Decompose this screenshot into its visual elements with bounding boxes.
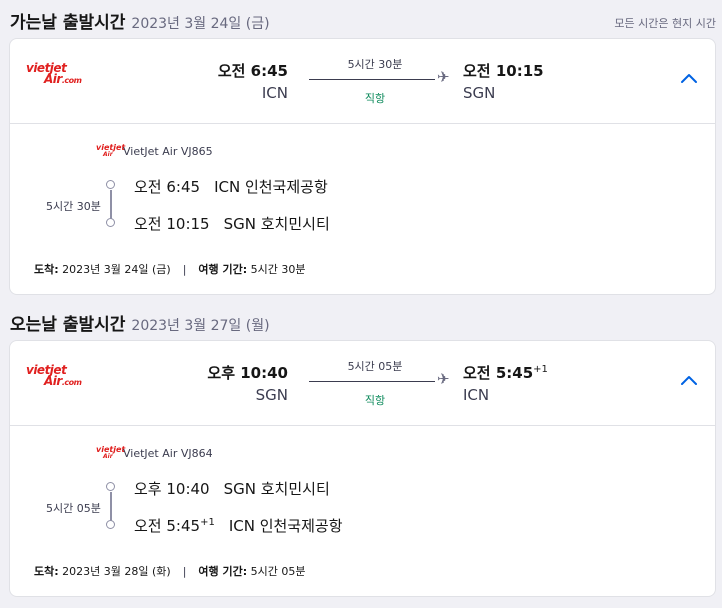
outbound-date: 2023년 3월 24일 (금) bbox=[131, 16, 270, 32]
vietjet-mini-logo: vietjet Air bbox=[96, 445, 126, 461]
return-card: vietjet Air.com 오후 10:40 SGN 5시간 05분 ✈ 직… bbox=[9, 340, 716, 597]
segment-departure: 오후 10:40 SGN 호치민시티 bbox=[134, 480, 330, 498]
return-summary[interactable]: vietjet Air.com 오후 10:40 SGN 5시간 05분 ✈ 직… bbox=[10, 341, 715, 426]
outbound-summary[interactable]: vietjet Air.com 오전 6:45 ICN 5시간 30분 ✈ 직항… bbox=[10, 39, 715, 124]
arrival-airport-code: ICN bbox=[463, 386, 490, 404]
timeline-dot-icon bbox=[106, 218, 115, 227]
return-header: 오는날 출발시간 2023년 3월 27일 (월) bbox=[10, 310, 270, 335]
carrier-flight-number: VietJet Air VJ864 bbox=[123, 446, 213, 460]
timeline-dot-icon bbox=[106, 520, 115, 529]
trip-summary-footer: 도착: 2023년 3월 24일 (금) | 여행 기간: 5시간 30분 bbox=[34, 263, 306, 276]
stops-label: 직항 bbox=[364, 394, 386, 407]
vietjet-logo: vietjet Air.com bbox=[26, 363, 82, 388]
arrival-airport-code: SGN bbox=[463, 84, 496, 102]
carrier-info: vietjet Air VietJet Air VJ865 bbox=[96, 143, 213, 159]
plane-icon: ✈ bbox=[437, 68, 450, 86]
arrival-time: 오전 10:15 bbox=[463, 62, 544, 80]
segment-duration: 5시간 30분 bbox=[46, 200, 101, 213]
trip-summary-footer: 도착: 2023년 3월 28일 (화) | 여행 기간: 5시간 05분 bbox=[34, 565, 306, 578]
return-date: 2023년 3월 27일 (월) bbox=[131, 318, 270, 334]
segment-departure: 오전 6:45 ICN 인천국제공항 bbox=[134, 178, 328, 196]
outbound-header: 가는날 출발시간 2023년 3월 24일 (금) bbox=[10, 8, 270, 33]
vietjet-mini-logo: vietjet Air bbox=[96, 143, 126, 159]
carrier-info: vietjet Air VietJet Air VJ864 bbox=[96, 445, 213, 461]
timeline-line bbox=[110, 492, 112, 522]
route-line bbox=[309, 79, 435, 80]
arrival-time: 오전 5:45+1 bbox=[463, 364, 548, 382]
return-detail: vietjet Air VietJet Air VJ864 5시간 05분 오후 … bbox=[10, 426, 715, 596]
vietjet-logo: vietjet Air.com bbox=[26, 61, 82, 86]
segment-arrival: 오전 5:45+1 ICN 인천국제공항 bbox=[134, 517, 343, 535]
collapse-chevron-up-icon[interactable] bbox=[677, 67, 701, 91]
stops-label: 직항 bbox=[364, 92, 386, 105]
collapse-chevron-up-icon[interactable] bbox=[677, 369, 701, 393]
timeline-dot-icon bbox=[106, 180, 115, 189]
segment-duration: 5시간 05분 bbox=[46, 502, 101, 515]
flight-duration: 5시간 30분 bbox=[347, 58, 403, 71]
route-line bbox=[309, 381, 435, 382]
timeline-line bbox=[110, 190, 112, 220]
plane-icon: ✈ bbox=[437, 370, 450, 388]
departure-airport-code: SGN bbox=[255, 386, 288, 404]
departure-time: 오후 10:40 bbox=[207, 364, 288, 382]
departure-airport-code: ICN bbox=[261, 84, 288, 102]
outbound-title: 가는날 출발시간 bbox=[10, 13, 126, 33]
flight-duration: 5시간 05분 bbox=[347, 360, 403, 373]
outbound-detail: vietjet Air VietJet Air VJ865 5시간 30분 오전 … bbox=[10, 124, 715, 294]
timeline-dot-icon bbox=[106, 482, 115, 491]
carrier-flight-number: VietJet Air VJ865 bbox=[123, 144, 213, 158]
return-title: 오는날 출발시간 bbox=[10, 315, 126, 335]
departure-time: 오전 6:45 bbox=[217, 62, 288, 80]
segment-arrival: 오전 10:15 SGN 호치민시티 bbox=[134, 215, 330, 233]
local-time-note: 모든 시간은 현지 시간 bbox=[614, 17, 716, 30]
outbound-card: vietjet Air.com 오전 6:45 ICN 5시간 30분 ✈ 직항… bbox=[9, 38, 716, 295]
